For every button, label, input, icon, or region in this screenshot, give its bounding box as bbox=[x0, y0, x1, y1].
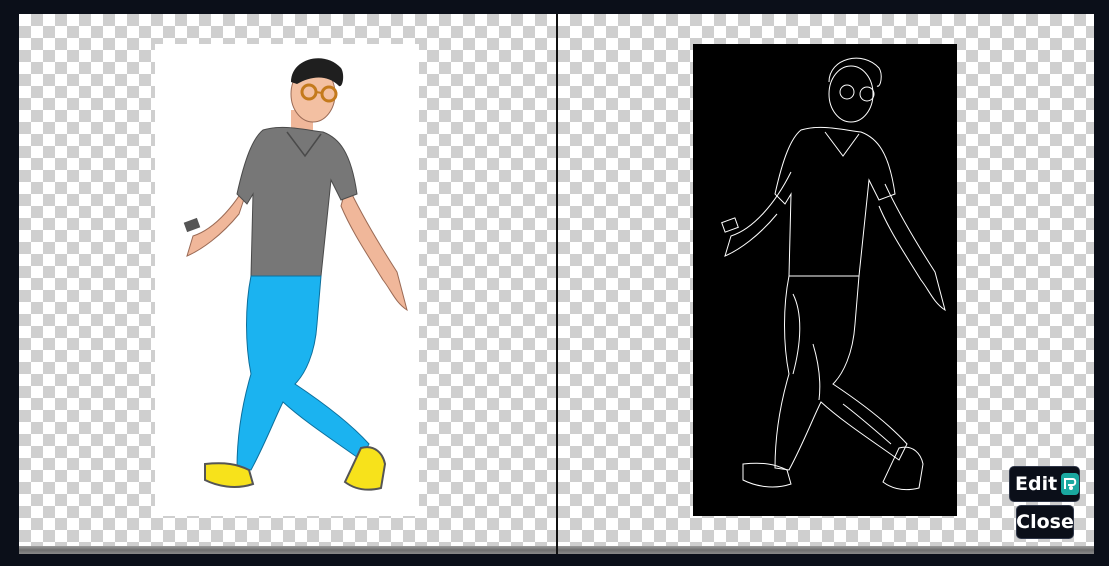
edge-image bbox=[693, 44, 957, 516]
walking-man-illustration bbox=[183, 58, 408, 491]
edit-button[interactable]: Edit bbox=[1009, 466, 1080, 502]
image-comparison-viewer: Edit Close bbox=[0, 0, 1109, 566]
left-scrollbar[interactable] bbox=[19, 546, 556, 554]
close-button[interactable]: Close bbox=[1016, 505, 1074, 539]
left-image-panel bbox=[19, 14, 556, 546]
original-image bbox=[155, 44, 419, 516]
close-label: Close bbox=[1016, 511, 1074, 533]
right-scrollbar[interactable] bbox=[558, 546, 1094, 554]
edit-label: Edit bbox=[1015, 473, 1058, 495]
edit-logo-icon bbox=[1061, 473, 1079, 495]
walking-man-edges bbox=[721, 57, 946, 491]
watch bbox=[183, 217, 201, 233]
comparison-divider[interactable] bbox=[556, 14, 558, 554]
